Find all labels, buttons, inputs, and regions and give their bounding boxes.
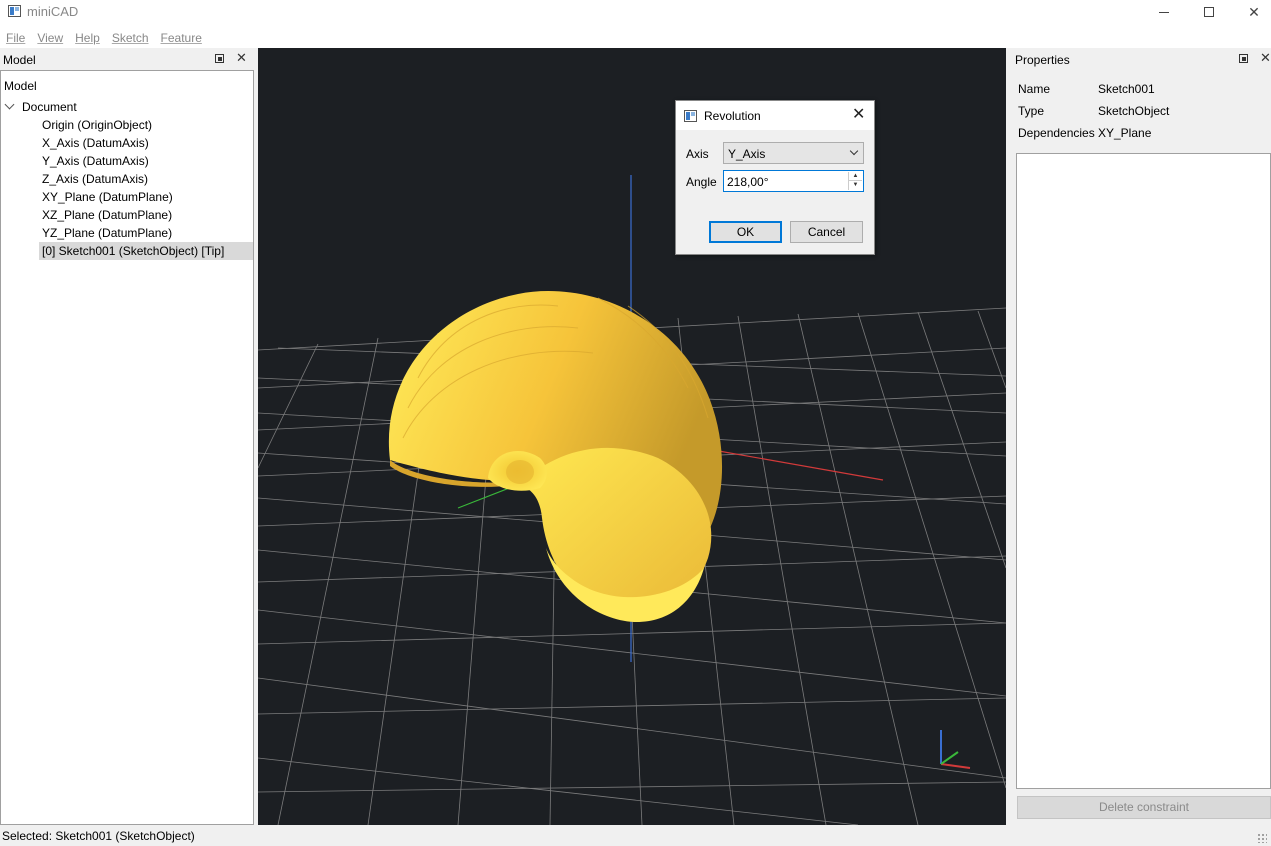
status-text: Selected: Sketch001 (SketchObject) <box>2 829 195 843</box>
axis-select-value: Y_Axis <box>728 147 766 161</box>
close-icon[interactable]: ✕ <box>236 51 247 65</box>
maximize-button[interactable] <box>1186 0 1232 24</box>
window-title: miniCAD <box>27 4 79 19</box>
property-value: XY_Plane <box>1098 126 1152 140</box>
tree-header: Model <box>4 79 37 93</box>
menu-bar: File View Help Sketch Feature <box>0 24 1271 48</box>
model-tree[interactable]: Model Document Origin (OriginObject) X_A… <box>0 70 254 825</box>
angle-input[interactable]: 218,00° <box>727 175 769 189</box>
float-icon[interactable] <box>1239 54 1248 63</box>
x-axis-line <box>712 449 884 481</box>
menu-file[interactable]: File <box>2 24 29 48</box>
3d-viewport[interactable] <box>258 48 1006 825</box>
property-value: SketchObject <box>1098 104 1170 118</box>
model-dock-header: Model ✕ <box>0 48 255 70</box>
menu-view[interactable]: View <box>33 24 67 48</box>
spin-buttons: ▲ ▼ <box>848 172 862 190</box>
axis-select[interactable]: Y_Axis <box>723 142 864 164</box>
tree-item[interactable]: XZ_Plane (DatumPlane) <box>42 206 172 224</box>
float-icon[interactable] <box>215 54 224 63</box>
property-key: Type <box>1018 104 1045 118</box>
revolution-solid[interactable] <box>388 291 723 623</box>
title-bar: miniCAD ✕ <box>0 0 1271 24</box>
tree-item[interactable]: YZ_Plane (DatumPlane) <box>42 224 172 242</box>
property-value: Sketch001 <box>1098 82 1155 96</box>
ok-button[interactable]: OK <box>709 221 782 243</box>
tree-item[interactable]: Origin (OriginObject) <box>42 116 152 134</box>
tree-item[interactable]: XY_Plane (DatumPlane) <box>42 188 173 206</box>
minimize-icon <box>1159 11 1169 13</box>
spin-up-icon[interactable]: ▲ <box>849 172 862 181</box>
model-dock-title: Model <box>3 53 36 67</box>
chevron-down-icon <box>849 146 859 156</box>
close-button[interactable]: ✕ <box>1231 0 1271 24</box>
minimize-button[interactable] <box>1141 0 1187 24</box>
size-grip-icon[interactable] <box>1257 833 1267 843</box>
dialog-title-bar[interactable]: Revolution ✕ <box>676 101 874 130</box>
menu-sketch[interactable]: Sketch <box>108 24 153 48</box>
tree-item-label: Document <box>22 100 77 114</box>
tree-item-document[interactable]: Document <box>1 98 253 116</box>
cancel-button[interactable]: Cancel <box>790 221 863 243</box>
chevron-down-icon[interactable] <box>5 101 15 111</box>
close-icon[interactable]: ✕ <box>852 106 865 124</box>
tree-item[interactable]: Y_Axis (DatumAxis) <box>42 152 149 170</box>
properties-dock-header: Properties ✕ <box>1010 48 1271 70</box>
dialog-title: Revolution <box>704 109 761 123</box>
status-bar: Selected: Sketch001 (SketchObject) <box>0 825 1271 846</box>
viewport-canvas[interactable] <box>258 48 1006 825</box>
constraint-list[interactable] <box>1016 153 1271 789</box>
property-key: Name <box>1018 82 1051 96</box>
property-key: Dependencies <box>1018 126 1095 140</box>
axis-gizmo-icon <box>940 730 971 769</box>
spin-down-icon[interactable]: ▼ <box>849 181 862 190</box>
angle-label: Angle <box>686 175 717 189</box>
tree-item[interactable]: X_Axis (DatumAxis) <box>42 134 149 152</box>
maximize-icon <box>1204 7 1214 17</box>
angle-spinbox[interactable]: 218,00° ▲ ▼ <box>723 170 864 192</box>
app-icon <box>684 110 697 122</box>
revolution-dialog: Revolution ✕ Axis Y_Axis Angle 218,00° ▲… <box>675 100 875 255</box>
model-dock: Model ✕ Model Document Origin (OriginObj… <box>0 48 255 825</box>
menu-feature[interactable]: Feature <box>157 24 206 48</box>
properties-dock: Properties ✕ Name Sketch001 Type SketchO… <box>1010 48 1271 825</box>
tree-item[interactable]: Z_Axis (DatumAxis) <box>42 170 148 188</box>
menu-help[interactable]: Help <box>71 24 104 48</box>
delete-constraint-button[interactable]: Delete constraint <box>1017 796 1271 819</box>
properties-dock-title: Properties <box>1015 53 1070 67</box>
axis-label: Axis <box>686 147 709 161</box>
app-icon <box>8 5 21 17</box>
close-icon: ✕ <box>1248 3 1260 20</box>
close-icon[interactable]: ✕ <box>1260 51 1271 65</box>
tree-item-selected[interactable]: [0] Sketch001 (SketchObject) [Tip] <box>39 242 253 260</box>
